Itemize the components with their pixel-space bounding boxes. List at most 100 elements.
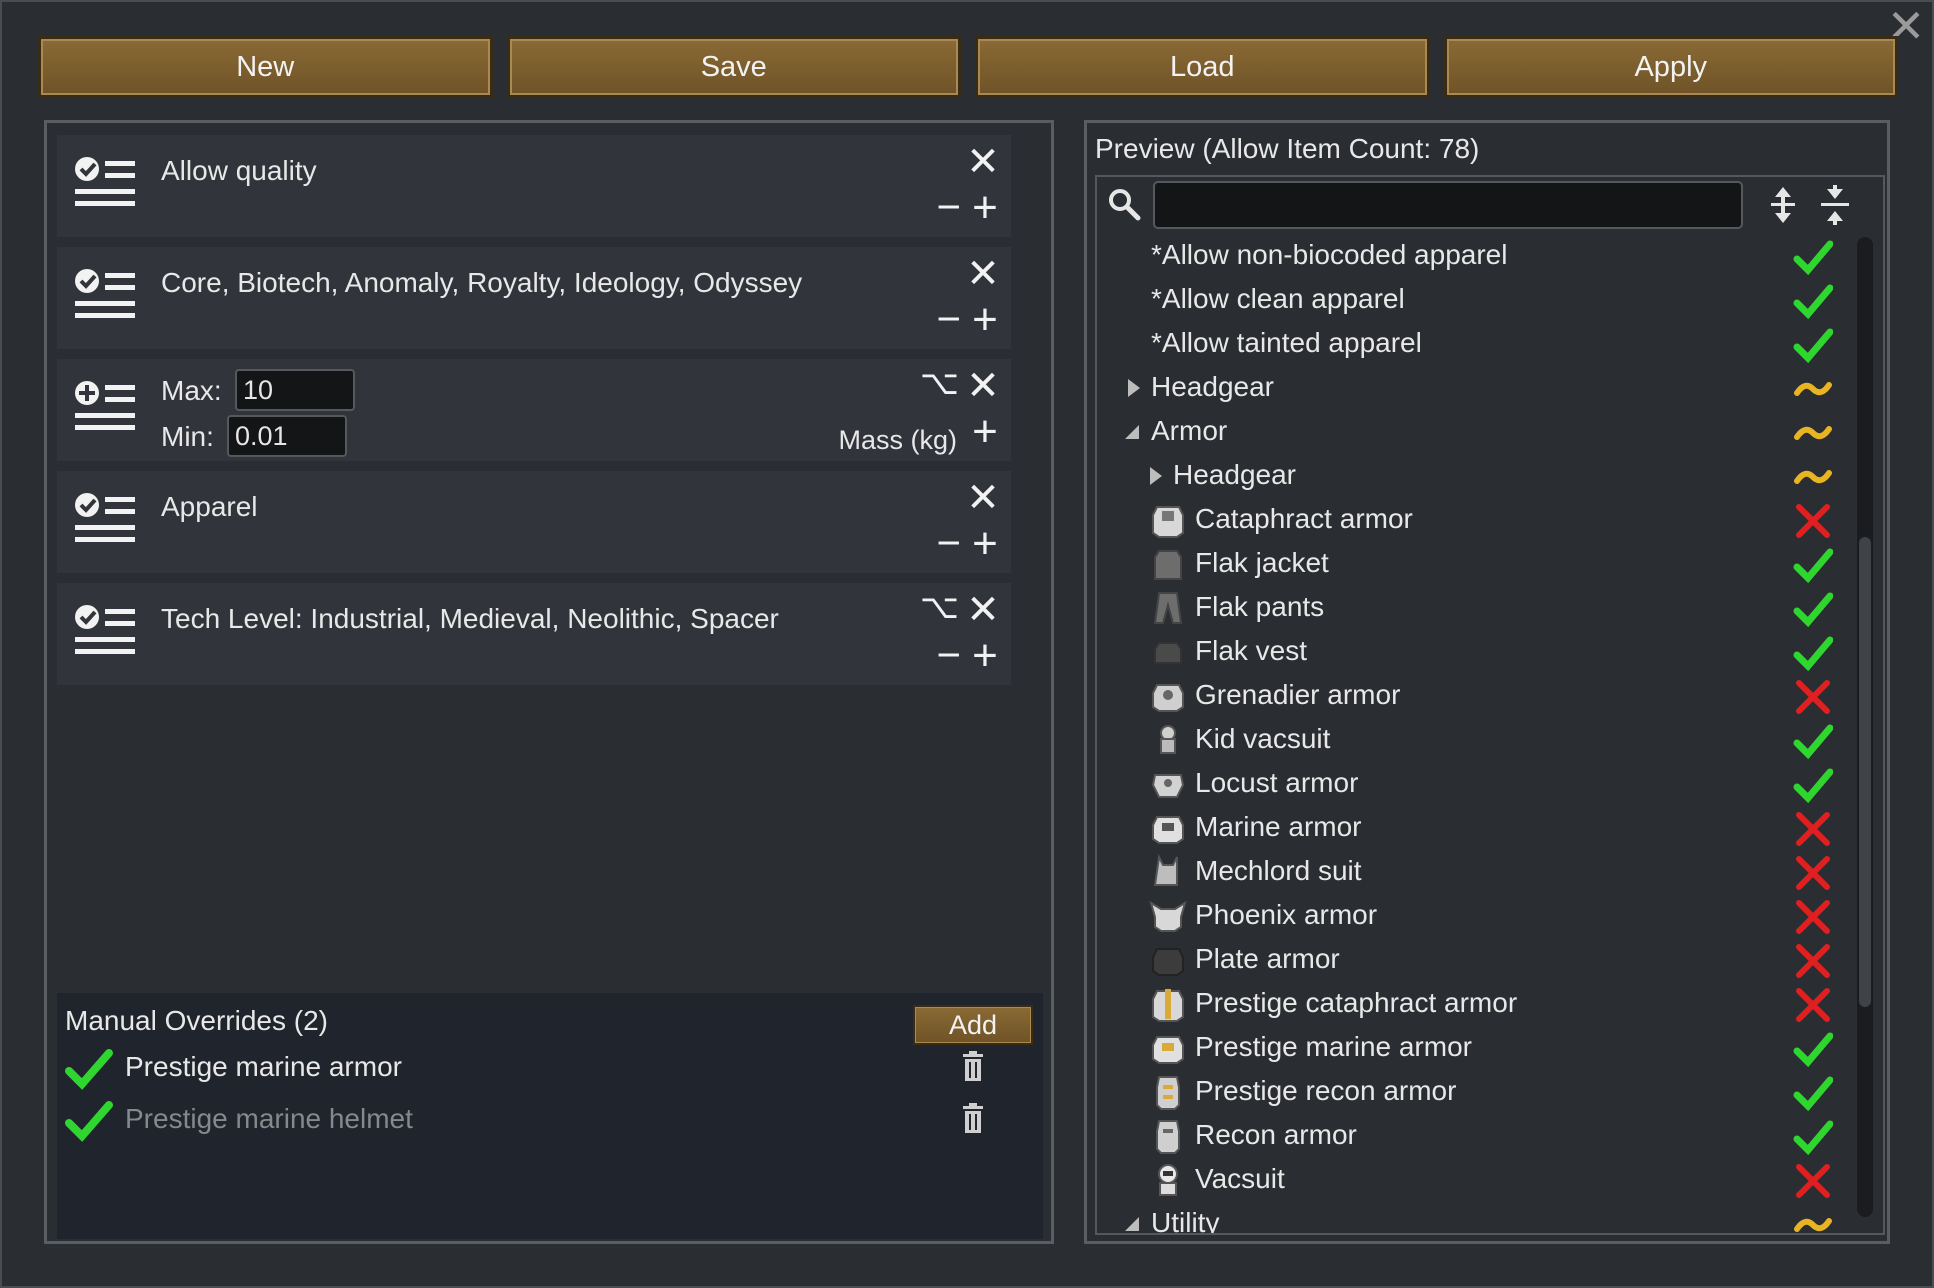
apply-button[interactable]: Apply bbox=[1443, 36, 1898, 98]
expand-arrow-icon[interactable] bbox=[1147, 465, 1165, 487]
tree-item-label: Prestige cataphract armor bbox=[1195, 987, 1518, 1018]
allowed-check-icon[interactable] bbox=[1793, 1031, 1833, 1067]
filter-list-panel: Allow quality ✕ − + Core, Biotech, Anoma… bbox=[44, 120, 1054, 1244]
tree-row-setting[interactable]: *Allow clean apparel bbox=[1097, 277, 1883, 321]
tree-row-item[interactable]: Grenadier armor bbox=[1097, 673, 1883, 717]
remove-filter-icon[interactable]: ✕ bbox=[963, 139, 1003, 185]
allowed-check-icon[interactable] bbox=[1793, 327, 1833, 363]
allowed-check-icon[interactable] bbox=[1793, 239, 1833, 275]
tree-row-category[interactable]: Utility bbox=[1097, 1201, 1883, 1235]
collapse-all-icon[interactable] bbox=[1819, 185, 1851, 225]
tree-row-item[interactable]: Prestige marine armor bbox=[1097, 1025, 1883, 1069]
max-input[interactable] bbox=[235, 369, 355, 411]
partial-tilde-icon[interactable] bbox=[1793, 459, 1833, 495]
expand-all-icon[interactable] bbox=[1767, 185, 1799, 225]
unit-label: Mass (kg) bbox=[838, 425, 957, 455]
allowed-check-icon[interactable] bbox=[1793, 283, 1833, 319]
min-input[interactable] bbox=[227, 415, 347, 457]
max-label: Max: bbox=[161, 375, 222, 406]
alt-option-icon[interactable]: ⌥ bbox=[920, 363, 959, 403]
alt-option-icon[interactable]: ⌥ bbox=[920, 587, 959, 627]
tree-row-item[interactable]: Flak vest bbox=[1097, 629, 1883, 673]
tree-row-setting[interactable]: *Allow non-biocoded apparel bbox=[1097, 233, 1883, 277]
denied-x-icon[interactable] bbox=[1793, 811, 1833, 847]
denied-x-icon[interactable] bbox=[1793, 943, 1833, 979]
minus-icon[interactable]: − bbox=[936, 631, 961, 679]
denied-x-icon[interactable] bbox=[1793, 855, 1833, 891]
plus-icon[interactable]: + bbox=[965, 407, 1005, 457]
allowed-check-icon[interactable] bbox=[1793, 1075, 1833, 1111]
allowed-check-icon[interactable] bbox=[1793, 591, 1833, 627]
trash-icon[interactable] bbox=[961, 1103, 985, 1133]
tree-row-item[interactable]: Flak pants bbox=[1097, 585, 1883, 629]
denied-x-icon[interactable] bbox=[1793, 899, 1833, 935]
save-button[interactable]: Save bbox=[506, 36, 961, 98]
trash-icon[interactable] bbox=[961, 1051, 985, 1081]
search-input[interactable] bbox=[1153, 181, 1743, 229]
tree-row-item[interactable]: Vacsuit bbox=[1097, 1157, 1883, 1201]
minus-icon[interactable]: − bbox=[936, 519, 961, 567]
override-item[interactable]: Prestige marine armor bbox=[65, 1045, 1025, 1093]
add-override-button[interactable]: Add bbox=[913, 1005, 1033, 1045]
expand-arrow-icon[interactable] bbox=[1125, 377, 1143, 399]
denied-x-icon[interactable] bbox=[1793, 987, 1833, 1023]
prestige-marine-armor-icon bbox=[1152, 1036, 1184, 1064]
tree-row-item[interactable]: Plate armor bbox=[1097, 937, 1883, 981]
tree-row-item[interactable]: Prestige recon armor bbox=[1097, 1069, 1883, 1113]
scrollbar[interactable] bbox=[1857, 237, 1873, 1217]
remove-filter-icon[interactable]: ✕ bbox=[963, 587, 1003, 633]
remove-filter-icon[interactable]: ✕ bbox=[963, 363, 1003, 409]
recon-armor-icon bbox=[1156, 1120, 1180, 1154]
tree-item-label: Recon armor bbox=[1195, 1119, 1357, 1150]
tree-row-item[interactable]: Locust armor bbox=[1097, 761, 1883, 805]
tree-row-item[interactable]: Prestige cataphract armor bbox=[1097, 981, 1883, 1025]
filter-row-apparel: Apparel ✕ − + bbox=[57, 471, 1011, 573]
remove-filter-icon[interactable]: ✕ bbox=[963, 475, 1003, 521]
filter-row-tech-level: Tech Level: Industrial, Medieval, Neolit… bbox=[57, 583, 1011, 685]
denied-x-icon[interactable] bbox=[1793, 1163, 1833, 1199]
collapse-arrow-icon[interactable] bbox=[1123, 1213, 1141, 1235]
allowed-check-icon[interactable] bbox=[1793, 635, 1833, 671]
new-button[interactable]: New bbox=[38, 36, 493, 98]
plus-icon[interactable]: + bbox=[965, 183, 1005, 233]
tree-row-category[interactable]: Armor bbox=[1097, 409, 1883, 453]
tree-row-item[interactable]: Flak jacket bbox=[1097, 541, 1883, 585]
tree-row-setting[interactable]: *Allow tainted apparel bbox=[1097, 321, 1883, 365]
denied-x-icon[interactable] bbox=[1793, 679, 1833, 715]
allowed-check-icon[interactable] bbox=[1793, 1119, 1833, 1155]
tree-item-label: Flak vest bbox=[1195, 635, 1308, 666]
partial-tilde-icon[interactable] bbox=[1793, 415, 1833, 451]
allowed-check-icon[interactable] bbox=[1793, 767, 1833, 803]
tree-row-category[interactable]: Headgear bbox=[1097, 453, 1883, 497]
load-button[interactable]: Load bbox=[975, 36, 1430, 98]
tree-row-category[interactable]: Headgear bbox=[1097, 365, 1883, 409]
allowed-check-icon[interactable] bbox=[1793, 547, 1833, 583]
tree-item-label: Armor bbox=[1151, 415, 1228, 446]
tree-item-label: Headgear bbox=[1151, 371, 1274, 402]
plus-icon[interactable]: + bbox=[965, 631, 1005, 681]
tree-row-item[interactable]: Marine armor bbox=[1097, 805, 1883, 849]
denied-x-icon[interactable] bbox=[1793, 503, 1833, 539]
filter-row-sources: Core, Biotech, Anomaly, Royalty, Ideolog… bbox=[57, 247, 1011, 349]
remove-filter-icon[interactable]: ✕ bbox=[963, 251, 1003, 297]
tree-item-label: Prestige recon armor bbox=[1195, 1075, 1457, 1106]
tree-row-item[interactable]: Mechlord suit bbox=[1097, 849, 1883, 893]
override-item[interactable]: Prestige marine helmet bbox=[65, 1097, 1025, 1145]
filter-label: Core, Biotech, Anomaly, Royalty, Ideolog… bbox=[161, 267, 803, 298]
plus-icon[interactable]: + bbox=[965, 295, 1005, 345]
tree-row-item[interactable]: Kid vacsuit bbox=[1097, 717, 1883, 761]
search-icon bbox=[1109, 189, 1141, 221]
flak-pants-icon bbox=[1153, 592, 1183, 624]
minus-icon[interactable]: − bbox=[936, 183, 961, 231]
partial-tilde-icon[interactable] bbox=[1793, 371, 1833, 407]
phoenix-armor-icon bbox=[1149, 900, 1187, 932]
tree-row-item[interactable]: Cataphract armor bbox=[1097, 497, 1883, 541]
tree-row-item[interactable]: Recon armor bbox=[1097, 1113, 1883, 1157]
scrollbar-thumb[interactable] bbox=[1859, 537, 1871, 1007]
partial-tilde-icon[interactable] bbox=[1793, 1207, 1833, 1235]
collapse-arrow-icon[interactable] bbox=[1123, 421, 1141, 443]
allowed-check-icon[interactable] bbox=[1793, 723, 1833, 759]
minus-icon[interactable]: − bbox=[936, 295, 961, 343]
tree-row-item[interactable]: Phoenix armor bbox=[1097, 893, 1883, 937]
plus-icon[interactable]: + bbox=[965, 519, 1005, 569]
